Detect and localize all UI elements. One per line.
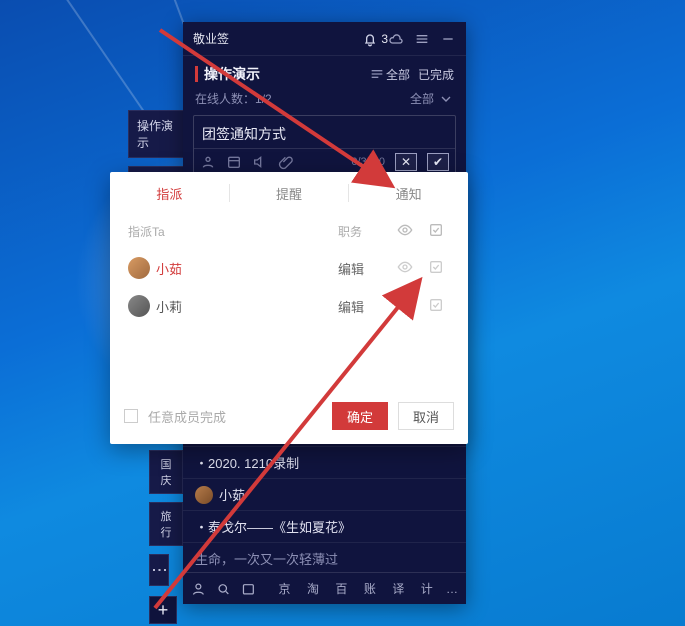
member-row[interactable]: 小莉 编辑 — [110, 287, 468, 325]
bell-icon — [362, 31, 378, 47]
member-name: 小莉 — [156, 297, 182, 316]
note-toolbar: 0/3000 ✕ ✔ — [194, 148, 455, 175]
assign-dialog: 指派 提醒 通知 指派Ta 职务 小茹 编辑 小莉 编辑 — [110, 172, 468, 444]
member-checkbox[interactable] — [422, 297, 450, 316]
user-icon[interactable] — [200, 154, 216, 170]
avatar — [195, 486, 213, 504]
more-icon[interactable]: … — [446, 582, 458, 596]
online-filter[interactable]: 全部 — [410, 90, 434, 107]
note-input-box: 团签通知方式 0/3000 ✕ ✔ — [193, 115, 456, 176]
note-text: ・泰戈尔——《生如夏花》 — [195, 517, 351, 536]
badge-count: 3 — [381, 32, 388, 46]
person-icon[interactable] — [191, 581, 206, 597]
note-text: ・2020. 1210录制 — [195, 453, 299, 472]
note-user: 小茹 — [219, 485, 245, 504]
section-title: 操作演示 — [204, 64, 362, 84]
col-role-header: 职务 — [338, 223, 388, 240]
app-title: 敬业签 — [193, 30, 362, 47]
any-member-checkbox[interactable] — [124, 409, 138, 423]
confirm-input-button[interactable]: ✔ — [427, 153, 449, 171]
member-eye[interactable] — [388, 259, 422, 278]
ok-button[interactable]: 确定 — [332, 402, 388, 430]
cancel-input-button[interactable]: ✕ — [395, 153, 417, 171]
cloud-icon[interactable] — [388, 31, 404, 47]
online-label: 在线人数： — [195, 90, 255, 107]
eye-icon — [397, 259, 413, 275]
filter-done[interactable]: 已完成 — [418, 66, 454, 83]
checkbox-icon — [428, 259, 444, 275]
char-counter: 0/3000 — [351, 156, 385, 168]
side-tab-demo[interactable]: 操作演示 — [128, 110, 184, 158]
note-list: ・2020. 1210录制 小茹 ・泰戈尔——《生如夏花》 生命，一次又一次轻薄… — [183, 446, 466, 574]
note-row[interactable]: 小茹 — [183, 478, 466, 510]
quick-calc-button[interactable]: 计 — [418, 579, 436, 599]
note-row[interactable]: ・泰戈尔——《生如夏花》 — [183, 510, 466, 542]
checkbox-icon — [428, 222, 444, 238]
eye-icon — [397, 222, 413, 238]
note-text: 生命，一次又一次轻薄过 — [195, 549, 338, 568]
filter-all[interactable]: 全部 — [386, 66, 410, 83]
quick-tb-button[interactable]: 淘 — [304, 579, 322, 599]
note-row[interactable]: 生命，一次又一次轻薄过 — [183, 542, 466, 574]
side-tabs-lower: 国庆 旅行 ⋮ + — [149, 450, 183, 624]
col-eye-header — [388, 222, 422, 241]
quick-bd-button[interactable]: 百 — [332, 579, 350, 599]
note-input[interactable]: 团签通知方式 — [194, 116, 455, 148]
avatar — [128, 257, 150, 279]
online-value: 1/2 — [255, 92, 272, 106]
col-check-header — [422, 222, 450, 241]
tab-assign[interactable]: 指派 — [110, 184, 229, 203]
tab-remind[interactable]: 提醒 — [230, 184, 349, 203]
member-role: 编辑 — [338, 297, 388, 316]
dialog-tabs: 指派 提醒 通知 — [110, 172, 468, 214]
member-name: 小茹 — [156, 259, 182, 278]
side-tab-more[interactable]: ⋮ — [149, 554, 169, 586]
search-icon[interactable] — [216, 581, 231, 597]
cancel-button[interactable]: 取消 — [398, 402, 454, 430]
app-titlebar: 敬业签 3 — [183, 22, 466, 56]
chevron-down-icon[interactable] — [438, 91, 454, 107]
online-row: 在线人数： 1/2 全部 — [183, 88, 466, 115]
any-member-label: 任意成员完成 — [148, 407, 226, 426]
accent-bar — [195, 66, 198, 82]
side-tab-travel[interactable]: 旅行 — [149, 502, 183, 546]
minimize-icon[interactable] — [440, 31, 456, 47]
member-eye[interactable] — [388, 297, 422, 316]
eye-icon — [397, 297, 413, 313]
avatar — [128, 295, 150, 317]
member-role: 编辑 — [338, 259, 388, 278]
note-row[interactable]: ・2020. 1210录制 — [183, 446, 466, 478]
side-tab-add[interactable]: + — [149, 596, 177, 624]
calendar-icon[interactable] — [226, 154, 242, 170]
notification-badge[interactable]: 3 — [362, 31, 388, 47]
quick-acct-button[interactable]: 账 — [361, 579, 379, 599]
calendar2-icon[interactable] — [241, 581, 256, 597]
dialog-footer: 任意成员完成 确定 取消 — [110, 390, 468, 444]
checkbox-icon — [428, 297, 444, 313]
bottom-toolbar: 京 淘 百 账 译 计 … — [183, 572, 466, 604]
dialog-header-row: 指派Ta 职务 — [110, 214, 468, 249]
member-checkbox[interactable] — [422, 259, 450, 278]
quick-trans-button[interactable]: 译 — [389, 579, 407, 599]
list-icon[interactable] — [368, 67, 386, 81]
side-tab-holiday[interactable]: 国庆 — [149, 450, 183, 494]
member-row[interactable]: 小茹 编辑 — [110, 249, 468, 287]
menu-icon[interactable] — [414, 31, 430, 47]
sound-icon[interactable] — [252, 154, 268, 170]
col-name-header: 指派Ta — [128, 223, 338, 240]
attach-icon[interactable] — [278, 154, 294, 170]
tab-notify[interactable]: 通知 — [349, 184, 468, 203]
section-header: 操作演示 全部 已完成 — [183, 56, 466, 88]
quick-jd-button[interactable]: 京 — [275, 579, 293, 599]
